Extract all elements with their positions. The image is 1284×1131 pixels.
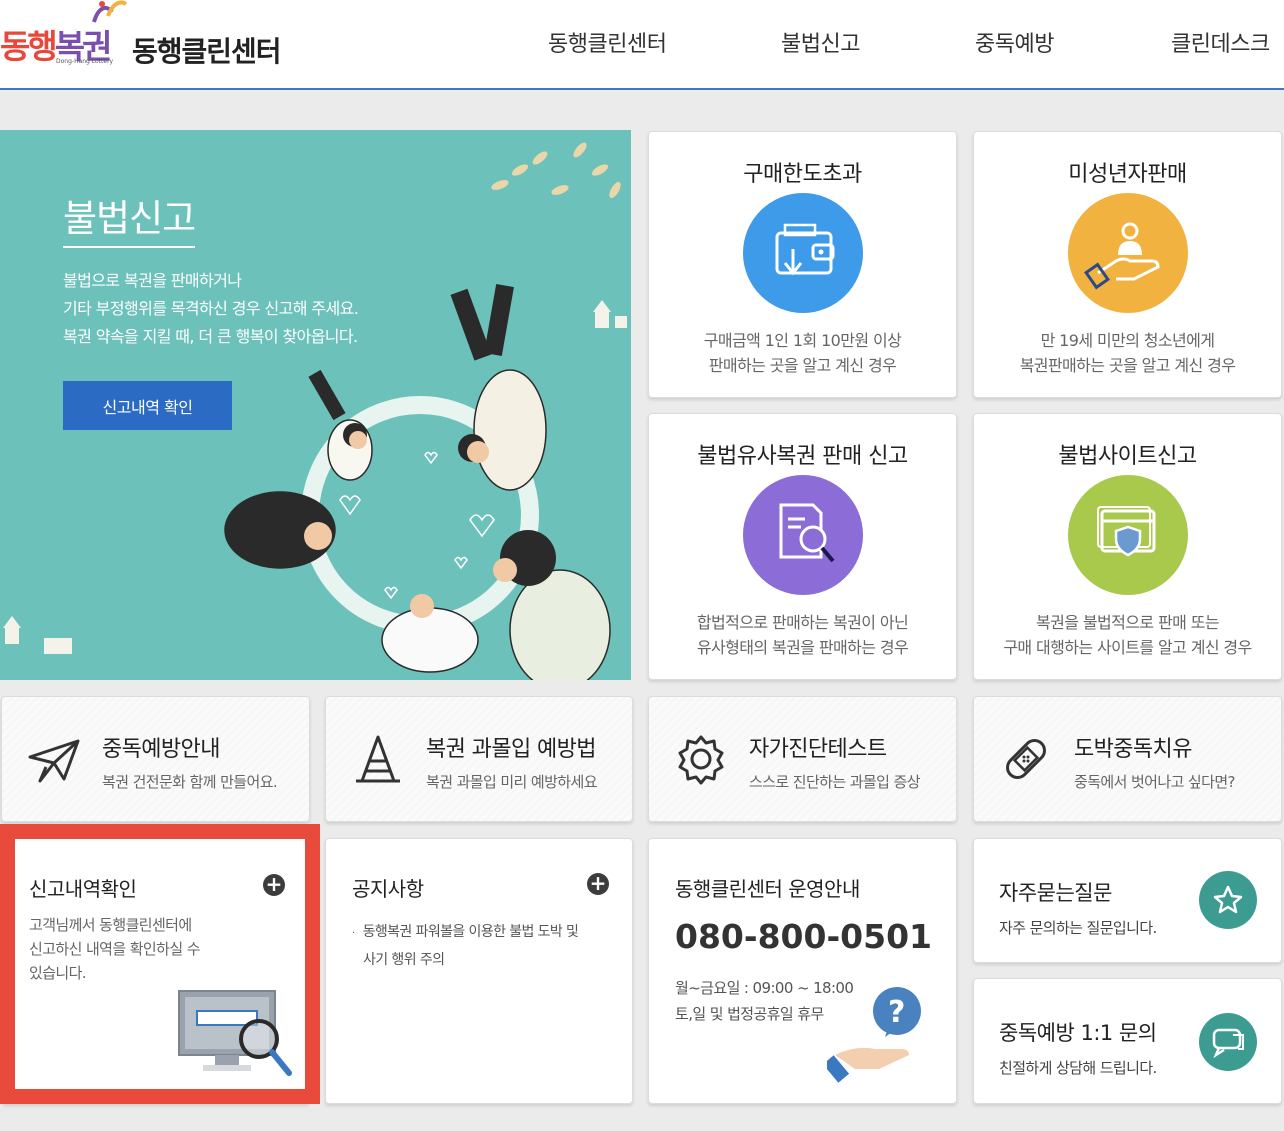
wallet-icon <box>742 193 863 313</box>
card-description: 복권을 불법적으로 판매 또는 구매 대행하는 사이트를 알고 계신 경우 <box>974 610 1281 660</box>
shield-window-icon <box>1067 475 1188 595</box>
guide-card-addiction-info[interactable]: 중독예방안내 복권 건전문화 함께 만들어요. <box>1 696 310 822</box>
guide-description: 복권 과몰입 미리 예방하세요 <box>426 773 598 791</box>
selection-highlight-frame <box>0 824 320 1104</box>
guide-card-prevention-method[interactable]: 복권 과몰입 예방법 복권 과몰입 미리 예방하세요 <box>325 696 633 822</box>
card-desc-line: 만 19세 미만의 청소년에게 <box>1040 331 1215 350</box>
card-desc-line: 복권판매하는 곳을 알고 계신 경우 <box>1019 356 1236 375</box>
site-header: 동행복권 Dong-Hang Lottery 동행클린센터 동행클린센터 불법신… <box>0 0 1284 90</box>
site-title: 동행클린센터 <box>132 35 282 68</box>
hero-desc-line: 기타 부정행위를 목격하신 경우 신고해 주세요. <box>63 299 359 318</box>
operation-title: 동행클린센터 운영안내 <box>675 877 860 901</box>
card-desc-line: 합법적으로 판매하는 복권이 아닌 <box>696 613 909 632</box>
guide-description: 중독에서 벗어나고 싶다면? <box>1074 773 1236 791</box>
gear-icon <box>678 735 724 785</box>
notice-item[interactable]: · 동행복권 파워볼을 이용한 불법 도박 및 사기 행위 주의 <box>352 919 579 973</box>
notice-item-line: · 동행복권 파워볼을 이용한 불법 도박 및 <box>352 924 579 940</box>
phone-number[interactable]: 080-800-0501 <box>675 917 932 956</box>
report-card-purchase-limit[interactable]: 구매한도초과 구매금액 1인 1회 10만원 이상 판매하는 곳을 알고 계신 … <box>648 131 957 398</box>
notice-item-line: 사기 행위 주의 <box>363 952 445 968</box>
notice-card[interactable]: 공지사항 + · 동행복권 파워볼을 이용한 불법 도박 및 사기 행위 주의 <box>325 838 633 1104</box>
question-hand-icon: ? <box>827 987 921 1083</box>
nav-illegal-report[interactable]: 불법신고 <box>781 26 860 58</box>
svg-text:?: ? <box>888 995 905 1030</box>
card-desc-line: 구매금액 1인 1회 10만원 이상 <box>703 331 902 350</box>
hero-desc-line: 불법으로 복권을 판매하거나 <box>63 271 242 290</box>
card-title: 구매한도초과 <box>743 162 862 187</box>
guide-title: 중독예방안내 <box>102 737 220 762</box>
document-search-icon <box>742 475 863 595</box>
nav-addiction-prevention[interactable]: 중독예방 <box>975 26 1054 58</box>
card-desc-line: 구매 대행하는 사이트를 알고 계신 경우 <box>1003 638 1252 657</box>
operation-info-card: 동행클린센터 운영안내 080-800-0501 월~금요일 : 09:00 ~… <box>648 838 957 1104</box>
card-title: 미성년자판매 <box>1068 162 1187 187</box>
card-desc-line: 유사형태의 복권을 판매하는 경우 <box>696 638 909 657</box>
paper-plane-icon <box>28 739 80 783</box>
notice-title: 공지사항 <box>352 877 424 901</box>
report-card-fake-lottery[interactable]: 불법유사복권 판매 신고 합법적으로 판매하는 복권이 아닌 유사형태의 복권을… <box>648 413 957 680</box>
faq-card[interactable]: 자주묻는질문 자주 문의하는 질문입니다. <box>973 838 1282 963</box>
cone-icon <box>356 735 400 783</box>
card-description: 만 19세 미만의 청소년에게 복권판매하는 곳을 알고 계신 경우 <box>974 328 1281 378</box>
guide-description: 스스로 진단하는 과몰입 증상 <box>749 773 921 791</box>
star-icon[interactable] <box>1199 871 1257 929</box>
card-title: 불법유사복권 판매 신고 <box>697 444 908 469</box>
report-card-minor-sales[interactable]: 미성년자판매 만 19세 미만의 청소년에게 복권판매하는 곳을 알고 계신 경… <box>973 131 1282 398</box>
inquiry-description: 친절하게 상담해 드립니다. <box>999 1059 1157 1077</box>
chat-bubble-icon[interactable] <box>1199 1013 1257 1071</box>
guide-title: 도박중독치유 <box>1074 737 1192 762</box>
plus-icon[interactable]: + <box>587 873 609 895</box>
nav-clean-desk[interactable]: 클린데스크 <box>1171 26 1270 58</box>
guide-card-self-test[interactable]: 자가진단테스트 스스로 진단하는 과몰입 증상 <box>648 696 957 822</box>
hero-desc-line: 복권 약속을 지킬 때, 더 큰 행복이 찾아옵니다. <box>63 327 358 346</box>
logo-subtitle: Dong-Hang Lottery <box>56 58 114 65</box>
report-history-button[interactable]: 신고내역 확인 <box>63 381 232 430</box>
guide-card-gambling-cure[interactable]: 도박중독치유 중독에서 벗어나고 싶다면? <box>973 696 1282 822</box>
card-description: 합법적으로 판매하는 복권이 아닌 유사형태의 복권을 판매하는 경우 <box>649 610 956 660</box>
card-desc-line: 복권을 불법적으로 판매 또는 <box>1036 613 1220 632</box>
hero-title: 불법신고 <box>63 188 196 248</box>
hero-banner: 불법신고 불법으로 복권을 판매하거나 기타 부정행위를 목격하신 경우 신고해… <box>0 130 631 680</box>
inquiry-title: 중독예방 1:1 문의 <box>999 1021 1157 1045</box>
donghang-lottery-logo[interactable]: 동행복권 Dong-Hang Lottery <box>0 0 128 66</box>
card-desc-line: 판매하는 곳을 알고 계신 경우 <box>708 356 897 375</box>
nav-clean-center[interactable]: 동행클린센터 <box>548 26 667 58</box>
hero-description: 불법으로 복권을 판매하거나 기타 부정행위를 목격하신 경우 신고해 주세요.… <box>63 267 359 351</box>
faq-description: 자주 문의하는 질문입니다. <box>999 919 1157 937</box>
bullet: · <box>352 928 355 939</box>
card-description: 구매금액 1인 1회 10만원 이상 판매하는 곳을 알고 계신 경우 <box>649 328 956 378</box>
faq-title: 자주묻는질문 <box>999 881 1112 905</box>
report-card-illegal-site[interactable]: 불법사이트신고 복권을 불법적으로 판매 또는 구매 대행하는 사이트를 알고 … <box>973 413 1282 680</box>
guide-title: 자가진단테스트 <box>749 737 887 762</box>
inquiry-card[interactable]: 중독예방 1:1 문의 친절하게 상담해 드립니다. <box>973 978 1282 1104</box>
guide-title: 복권 과몰입 예방법 <box>426 737 597 762</box>
guide-description: 복권 건전문화 함께 만들어요. <box>102 773 278 791</box>
card-title: 불법사이트신고 <box>1058 444 1197 469</box>
youth-hand-icon <box>1067 193 1188 313</box>
bandage-icon <box>1006 739 1046 779</box>
